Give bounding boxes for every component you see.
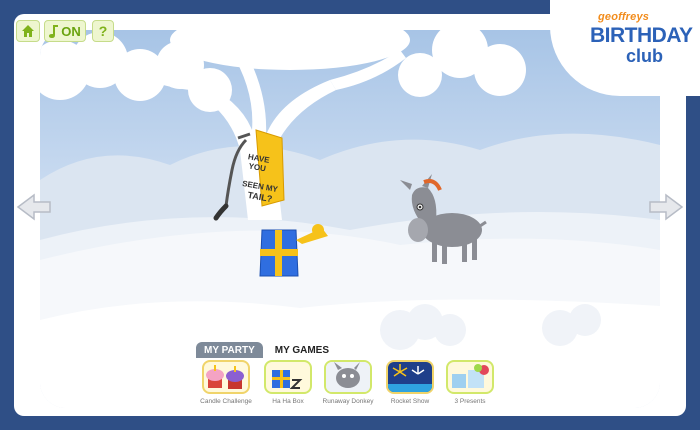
game-label: Runaway Donkey [322,398,374,405]
tab-my-party[interactable]: MY PARTY [196,342,263,358]
game-label: Rocket Show [390,398,430,405]
logo-birthday: BIRTHDAY [590,24,693,47]
game-label: Ha Ha Box [272,398,304,405]
arrow-left-icon [16,193,51,221]
presents-icon [446,360,494,394]
game-label: Candle Challenge [200,398,252,405]
game-card-3-presents[interactable]: 3 Presents [444,360,496,405]
scene-art [40,30,660,408]
section-tabs: MY PARTY MY GAMES [196,342,338,358]
home-icon [22,25,34,37]
cupcakes-icon [202,360,250,394]
fireworks-icon [386,360,434,394]
ha-ha-box-icon [264,360,312,394]
logo-club: club [626,46,664,66]
logo-geoffreys: geoffreys [598,11,650,23]
arrow-right-icon [649,193,684,221]
prev-scene-button[interactable] [16,192,52,227]
game-scene: HAVE YOU SEEN MY TAIL? [40,30,660,408]
home-button[interactable] [16,20,40,42]
donkey-icon [324,360,372,394]
game-card-candle-challenge[interactable]: Candle Challenge [200,360,252,405]
game-card-ha-ha-box[interactable]: Ha Ha Box [262,360,314,405]
game-card-rocket-show[interactable]: Rocket Show [384,360,436,405]
tab-my-games[interactable]: MY GAMES [266,342,338,358]
help-button[interactable]: ? [92,20,114,42]
game-label: 3 Presents [454,398,486,405]
music-note-icon [49,25,59,38]
next-scene-button[interactable] [648,192,684,227]
music-toggle-button[interactable]: ON [44,20,86,42]
game-card-runaway-donkey[interactable]: Runaway Donkey [322,360,374,405]
music-status-label: ON [61,23,81,39]
